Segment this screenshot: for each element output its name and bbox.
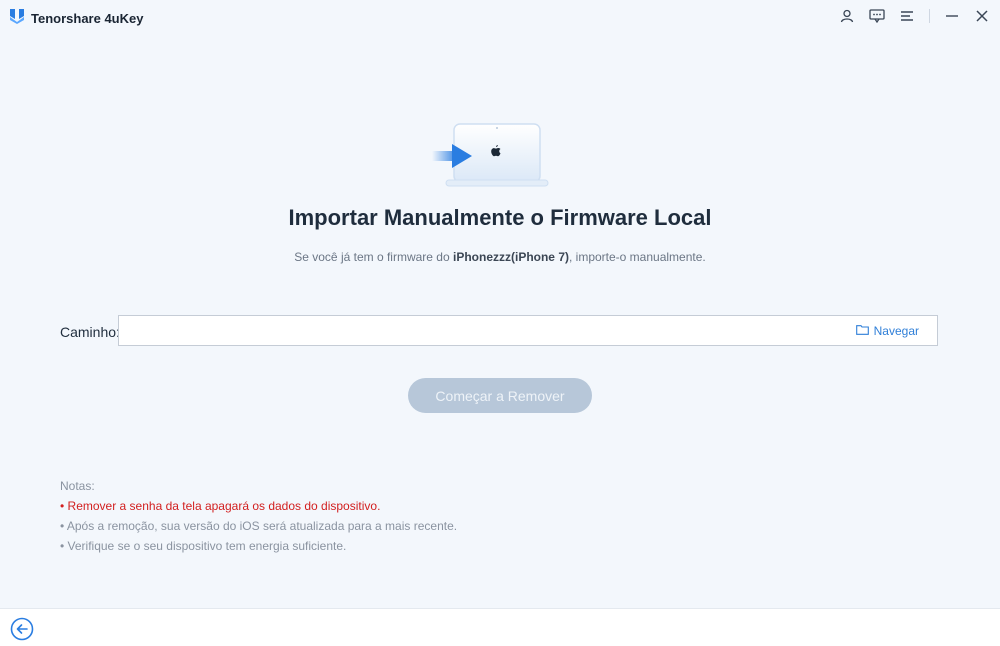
path-input[interactable] (127, 316, 831, 347)
subtitle: Se você já tem o firmware do iPhonezzz(i… (0, 250, 1000, 264)
device-name: iPhonezzz(iPhone 7) (452, 250, 569, 264)
subtitle-prefix: Se você já tem o firmware do (294, 250, 453, 264)
path-label: Caminho: (60, 324, 120, 340)
brand: Tenorshare 4uKey (9, 7, 143, 30)
minimize-icon[interactable] (942, 6, 962, 26)
title-bar: Tenorshare 4uKey (0, 0, 1000, 34)
menu-icon[interactable] (897, 6, 917, 26)
notes-heading: Notas: (60, 479, 95, 493)
app-logo-icon (9, 7, 25, 30)
feedback-icon[interactable] (867, 6, 887, 26)
account-icon[interactable] (837, 6, 857, 26)
firmware-import-illustration (432, 118, 562, 198)
browse-button[interactable]: Navegar (855, 324, 919, 338)
note-item-warning: • Remover a senha da tela apagará os dad… (60, 499, 381, 513)
note-item: • Após a remoção, sua versão do iOS será… (60, 519, 458, 533)
notes: Notas: • Remover a senha da tela apagará… (60, 476, 457, 556)
footer-bar (0, 608, 1000, 646)
toolbar-divider (929, 9, 930, 23)
path-field: Navegar (118, 315, 938, 347)
app-title: Tenorshare 4uKey (31, 11, 144, 26)
start-remove-button[interactable]: Começar a Remover (408, 378, 592, 413)
window-controls (837, 6, 992, 26)
note-item: • Verifique se o seu dispositivo tem ene… (60, 539, 347, 553)
subtitle-suffix: , importe-o manualmente. (569, 250, 706, 264)
close-icon[interactable] (972, 6, 992, 26)
browse-label: Navegar (873, 324, 919, 338)
folder-icon (855, 324, 869, 338)
back-arrow-icon[interactable] (10, 617, 34, 641)
page-title: Importar Manualmente o Firmware Local (288, 205, 712, 230)
